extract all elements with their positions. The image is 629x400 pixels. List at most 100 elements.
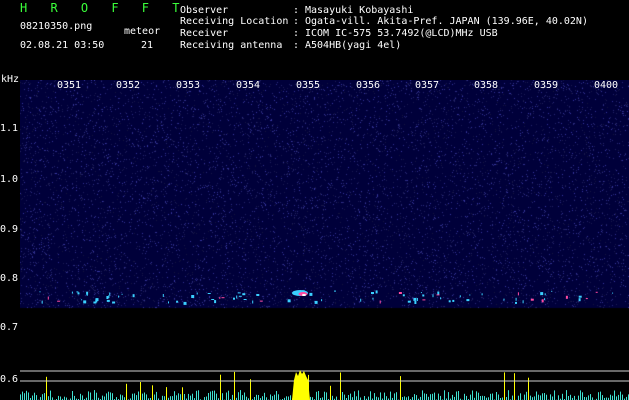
level-bar <box>336 396 337 400</box>
level-bar <box>210 391 211 400</box>
level-bar <box>534 396 535 400</box>
level-bar <box>364 396 365 400</box>
time-tick-label: 0353 <box>176 80 201 91</box>
level-bar <box>274 394 275 400</box>
meteor-echo <box>106 296 109 299</box>
level-bar <box>136 395 137 400</box>
meteor-echo <box>503 298 505 301</box>
level-bar <box>512 395 513 400</box>
level-bar <box>74 395 75 400</box>
meteor-echo <box>196 292 198 295</box>
level-bar <box>612 395 613 400</box>
level-bar <box>184 394 185 400</box>
time-tick-label: 0357 <box>415 80 440 91</box>
level-bar <box>126 383 127 400</box>
level-bar <box>276 391 277 400</box>
meteor-echo <box>109 292 111 296</box>
level-bar <box>110 392 111 400</box>
level-bar <box>380 392 381 400</box>
level-bar <box>520 393 521 400</box>
level-bar <box>162 395 163 400</box>
meteor-echo <box>515 301 517 304</box>
level-bar <box>250 379 251 400</box>
level-bar <box>154 394 155 400</box>
app-brand: H R O F F T <box>20 1 188 15</box>
level-bar <box>458 391 459 400</box>
level-bar <box>498 394 499 400</box>
level-bar <box>566 390 567 400</box>
level-bar <box>354 391 355 400</box>
level-bar <box>374 393 375 400</box>
meteor-echo <box>118 295 120 298</box>
level-bar <box>614 390 615 400</box>
level-bar <box>120 394 121 400</box>
level-bar <box>192 393 193 400</box>
level-bar <box>238 392 239 400</box>
meteor-echo <box>243 299 247 300</box>
level-bar <box>288 396 289 400</box>
receiver-value: ICOM IC-575 53.7492(@LCD)MHz USB <box>305 28 498 39</box>
meteor-echo <box>334 290 336 292</box>
meteor-echo <box>422 294 425 297</box>
level-bar <box>456 391 457 400</box>
level-bar <box>618 394 619 400</box>
meteor-echo <box>522 300 524 304</box>
level-bar <box>508 390 509 400</box>
meteor-echo <box>578 298 581 302</box>
meteor-echo <box>578 295 582 298</box>
level-bar <box>222 393 223 400</box>
level-bar <box>318 391 319 400</box>
level-bar <box>166 387 167 400</box>
antenna-label: Receiving antenna <box>180 40 283 51</box>
info-colon: : <box>293 28 300 39</box>
level-bar <box>438 393 439 400</box>
level-bar <box>28 392 29 400</box>
level-bar <box>172 396 173 400</box>
level-bar <box>48 396 49 400</box>
level-bar <box>430 394 431 400</box>
level-bar <box>220 374 221 400</box>
level-bar <box>340 372 341 400</box>
level-bar <box>590 394 591 400</box>
meteor-echo <box>236 295 238 299</box>
meteor-echo <box>211 299 215 300</box>
level-bar <box>144 392 145 400</box>
meteor-echo <box>452 299 455 302</box>
level-bar <box>476 391 477 400</box>
level-bar <box>256 394 257 400</box>
meteor-echo <box>448 300 451 303</box>
level-bar <box>58 395 59 400</box>
meteor-echo <box>398 292 402 294</box>
level-bar <box>72 391 73 400</box>
level-bar <box>214 390 215 400</box>
level-bar <box>408 396 409 400</box>
level-bar <box>568 396 569 400</box>
meteor-echo <box>162 294 164 297</box>
level-bar <box>332 395 333 400</box>
meteor-echo <box>422 299 426 301</box>
meteor-echo <box>466 299 470 302</box>
meteor-echo <box>191 295 195 298</box>
level-bar <box>20 394 21 400</box>
level-bar <box>164 396 165 400</box>
meteor-echo <box>414 301 417 304</box>
level-bar <box>156 391 157 400</box>
meteor-echo <box>481 293 483 296</box>
level-bar <box>170 396 171 400</box>
level-bar <box>122 395 123 400</box>
meteor-echo <box>407 300 411 303</box>
level-bar <box>198 390 199 400</box>
level-bar <box>550 394 551 400</box>
level-bar <box>208 393 209 400</box>
level-bar <box>600 391 601 400</box>
level-bar <box>470 394 471 400</box>
level-bar <box>496 392 497 400</box>
meteor-echo <box>121 293 123 295</box>
level-bar <box>434 392 435 400</box>
meteor-head-echo <box>302 294 306 296</box>
meteor-echo <box>219 296 221 299</box>
level-bar <box>182 387 183 400</box>
level-bar <box>440 395 441 400</box>
level-bar <box>234 371 235 400</box>
meteor-count-label: meteor <box>124 26 161 37</box>
